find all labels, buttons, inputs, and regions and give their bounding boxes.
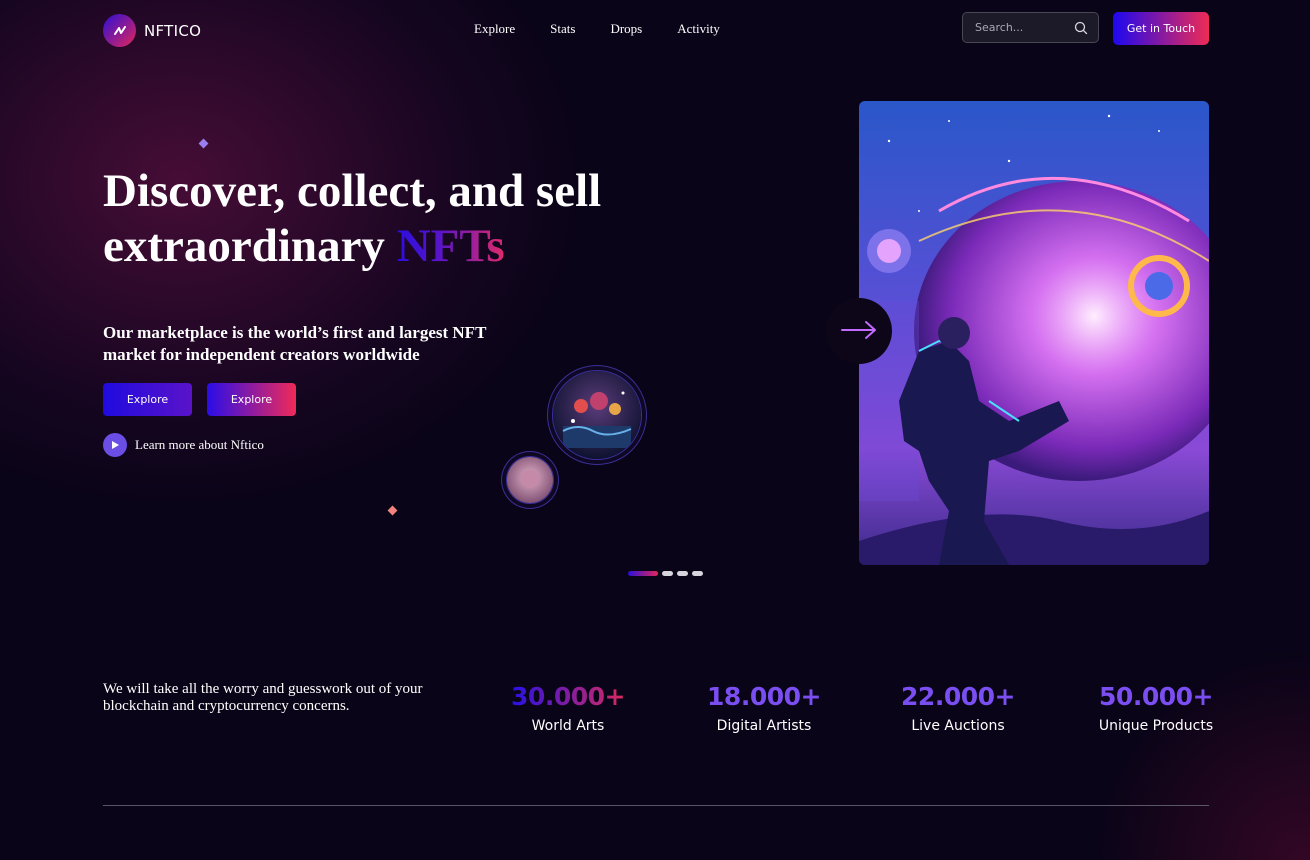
learn-more-link[interactable]: Learn more about Nftico	[103, 433, 264, 457]
stat-label: World Arts	[531, 718, 605, 734]
search-input[interactable]	[973, 20, 1072, 35]
nav-item-stats[interactable]: Stats	[550, 21, 575, 37]
stat-world-arts: 30.000+ World Arts	[508, 682, 628, 734]
stat-label: Unique Products	[1098, 718, 1214, 734]
slider-dot[interactable]	[692, 571, 703, 576]
section-divider	[103, 805, 1209, 806]
play-icon[interactable]	[103, 433, 127, 457]
logo-icon	[103, 14, 136, 47]
floating-nft-thumbnail-small	[506, 456, 554, 504]
stat-digital-artists: 18.000+ Digital Artists	[700, 682, 828, 734]
nav-item-drops[interactable]: Drops	[610, 21, 642, 37]
explore-button-secondary[interactable]: Explore	[207, 383, 296, 416]
stat-label: Digital Artists	[716, 718, 812, 734]
hero-title-line1: Discover, collect, and sell	[103, 165, 602, 217]
slider-dot[interactable]	[662, 571, 673, 576]
main-menu: Explore Stats Drops Activity	[474, 21, 755, 37]
search-box	[962, 12, 1099, 43]
next-slide-button[interactable]	[826, 298, 892, 364]
brand-logo[interactable]: NFTICO	[103, 14, 201, 47]
hero-subtitle: Our marketplace is the world’s first and…	[103, 323, 487, 364]
stat-value: 22.000+	[901, 682, 1015, 711]
stat-value: 30.000+	[508, 682, 628, 712]
stat-label: Live Auctions	[911, 718, 1005, 734]
hero-title: Discover, collect, and sell extraordinar…	[103, 164, 663, 274]
stat-value: 50.000+	[1099, 682, 1213, 711]
floating-nft-thumbnail-large	[552, 370, 642, 460]
search-icon[interactable]	[1074, 21, 1088, 40]
hero-title-highlight: NFTs	[396, 220, 505, 272]
top-navbar: NFTICO Explore Stats Drops Activity Get …	[0, 0, 1310, 60]
nav-item-explore[interactable]: Explore	[474, 21, 515, 37]
explore-button-primary[interactable]: Explore	[103, 383, 192, 416]
learn-more-text: Learn more about Nftico	[135, 437, 264, 452]
nav-item-activity[interactable]: Activity	[677, 21, 720, 37]
hero-title-line2: extraordinary	[103, 220, 397, 272]
hero-slider-dots	[628, 571, 703, 576]
stats-tagline: We will take all the worry and guesswork…	[103, 681, 423, 714]
get-in-touch-button[interactable]: Get in Touch	[1113, 12, 1209, 45]
arrow-right-icon	[840, 320, 878, 343]
stat-live-auctions: 22.000+ Live Auctions	[895, 682, 1021, 734]
hero-nft-artwork	[859, 101, 1209, 565]
slider-dot-active[interactable]	[628, 571, 658, 576]
slider-dot[interactable]	[677, 571, 688, 576]
stat-unique-products: 50.000+ Unique Products	[1093, 682, 1219, 734]
brand-name: NFTICO	[144, 21, 202, 40]
stat-value: 18.000+	[707, 682, 821, 711]
